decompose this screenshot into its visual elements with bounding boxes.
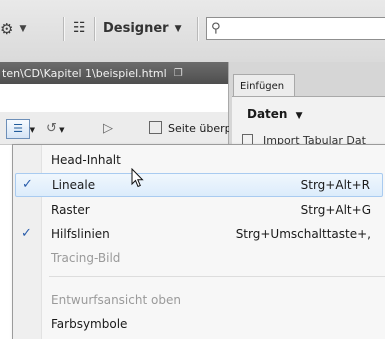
extensions-menu-button[interactable]: ⚙ ▼	[0, 20, 26, 38]
menu-item-lineale[interactable]: ✓ Lineale Strg+Alt+R	[15, 173, 383, 197]
menu-item-shortcut: Strg+Alt+R	[300, 178, 370, 192]
visual-aids-button[interactable]: ☰ ▼	[6, 119, 35, 139]
menu-item-label: Tracing-Bild	[51, 251, 121, 265]
visual-aids-menu: Head-Inhalt ✓ Lineale Strg+Alt+R Raster …	[12, 144, 385, 339]
preview-browser-button[interactable]: ▷	[103, 121, 113, 136]
check-page-label: Seite überpr	[168, 122, 229, 135]
menu-item-raster[interactable]: Raster Strg+Alt+G	[13, 198, 385, 222]
check-page-icon	[149, 121, 162, 134]
view-options-icon: ☰	[13, 122, 23, 135]
menu-item-entwurfsansicht-oben[interactable]: Entwurfsansicht oben	[13, 288, 385, 312]
search-icon: ⚲	[211, 21, 221, 36]
menu-separator	[49, 276, 385, 277]
network-icon: ☷	[73, 20, 86, 36]
menu-item-head-inhalt[interactable]: Head-Inhalt	[13, 148, 385, 172]
menu-item-shortcut: Strg+Alt+G	[300, 203, 371, 217]
tab-einfuegen[interactable]: Einfügen	[233, 74, 295, 96]
document-path-bar: ten\CD\Kapitel 1\beispiel.html ❐	[0, 62, 234, 84]
toolbar-divider	[63, 17, 64, 41]
category-label: Daten	[247, 107, 288, 121]
chevron-down-icon: ▼	[295, 111, 303, 121]
check-page-button[interactable]: Seite überpr	[149, 121, 229, 135]
refresh-icon: ↺	[46, 121, 57, 136]
browser-preview-icon: ▷	[103, 121, 113, 136]
menu-item-label: Head-Inhalt	[51, 153, 121, 167]
chevron-down-icon: ▼	[19, 24, 27, 34]
menu-item-hilfslinien[interactable]: ✓ Hilfslinien Strg+Umschalttaste+,	[13, 222, 385, 246]
tab-label: Einfügen	[240, 81, 285, 92]
chevron-down-icon: ▼	[56, 126, 65, 134]
workspace-switcher[interactable]: Designer ▼	[103, 21, 182, 36]
document-path: ten\CD\Kapitel 1\beispiel.html	[2, 66, 167, 80]
refresh-design-button[interactable]: ↺ ▼	[46, 121, 65, 136]
insert-category-dropdown[interactable]: Daten ▼	[247, 107, 303, 121]
gear-icon: ⚙	[0, 20, 14, 38]
toolbar-divider	[197, 17, 198, 41]
checkmark-icon: ✓	[21, 226, 32, 241]
toolbar-divider	[94, 17, 95, 41]
site-network-button[interactable]: ☷	[73, 20, 86, 36]
menu-item-label: Farbsymbole	[51, 317, 128, 331]
menu-item-label: Entwurfsansicht oben	[51, 293, 181, 307]
menu-item-farbsymbole[interactable]: Farbsymbole	[13, 312, 385, 336]
workspace-label: Designer	[103, 21, 169, 36]
mouse-cursor-icon	[131, 168, 144, 188]
chevron-down-icon: ▼	[29, 126, 35, 134]
search-input[interactable]: ⚲	[206, 17, 385, 40]
menu-item-label: Raster	[51, 203, 90, 217]
checkmark-icon: ✓	[22, 177, 33, 192]
restore-window-icon[interactable]: ❐	[174, 68, 183, 79]
menu-item-label: Lineale	[52, 178, 96, 192]
menu-item-tracing-bild[interactable]: Tracing-Bild	[13, 246, 385, 270]
menu-item-label: Hilfslinien	[51, 227, 110, 241]
menu-item-shortcut: Strg+Umschalttaste+,	[235, 227, 371, 241]
chevron-down-icon: ▼	[174, 23, 182, 34]
